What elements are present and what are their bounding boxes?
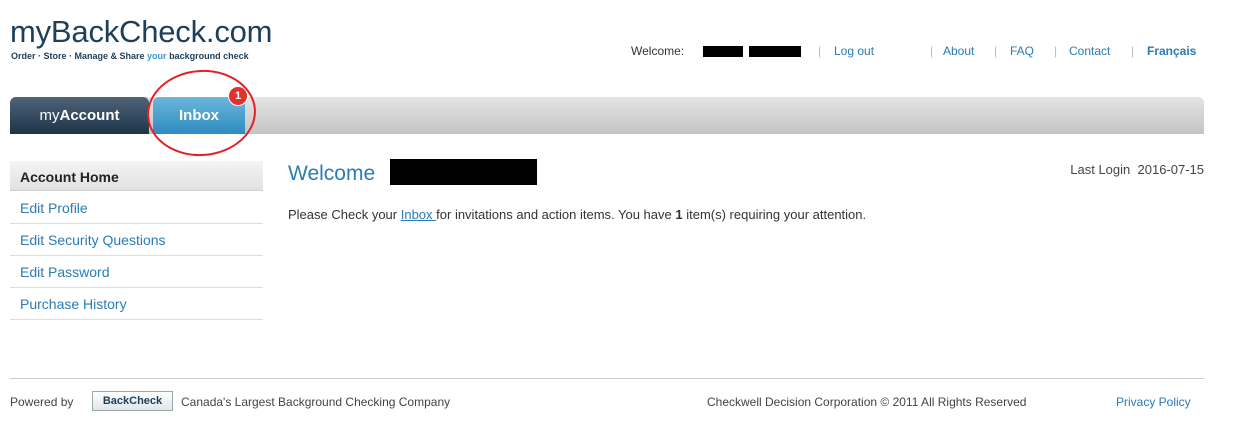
footer-divider <box>10 378 1204 379</box>
tab-myaccount-label: Account <box>59 107 120 124</box>
msg-count: 1 <box>675 207 683 222</box>
nav-divider: | <box>818 44 822 58</box>
redacted-last-name <box>749 46 801 57</box>
nav-divider: | <box>1131 44 1135 58</box>
sidebar-item-purchase-history[interactable]: Purchase History <box>10 289 263 320</box>
sidebar-item-edit-security-questions[interactable]: Edit Security Questions <box>10 225 263 256</box>
sidebar-header-account-home[interactable]: Account Home <box>10 161 263 191</box>
site-logo[interactable]: myBackCheck.com <box>10 16 272 47</box>
last-login-date: 2016-07-15 <box>1137 162 1205 177</box>
redacted-first-name <box>703 46 743 57</box>
logo-tagline: Order · Store · Manage & Share your back… <box>11 51 249 61</box>
copyright-text: Checkwell Decision Corporation © 2011 Al… <box>707 395 1027 409</box>
tab-myaccount-prefix: my <box>39 107 60 124</box>
logout-link[interactable]: Log out <box>834 44 874 58</box>
tagline-highlight: your <box>147 51 167 61</box>
sidebar-item-edit-profile[interactable]: Edit Profile <box>10 193 263 224</box>
nav-divider: | <box>930 44 934 58</box>
privacy-policy-link[interactable]: Privacy Policy <box>1116 395 1191 409</box>
sidebar-item-edit-password[interactable]: Edit Password <box>10 257 263 288</box>
inbox-message: Please Check your Inbox for invitations … <box>288 207 866 222</box>
contact-link[interactable]: Contact <box>1069 44 1110 58</box>
backcheck-logo[interactable]: BackCheck <box>92 391 173 411</box>
welcome-label: Welcome: <box>631 44 685 58</box>
company-description: Canada's Largest Background Checking Com… <box>181 395 451 409</box>
tab-inbox-label: Inbox <box>179 107 219 124</box>
tagline-pre: Order · Store · Manage & Share <box>11 51 148 61</box>
msg-mid: for invitations and action items. You ha… <box>436 207 676 222</box>
inbox-count-badge: 1 <box>229 87 247 105</box>
last-login: Last Login 2016-07-15 <box>1070 162 1204 177</box>
tagline-post: background check <box>166 51 249 61</box>
language-link[interactable]: Français <box>1147 44 1196 58</box>
welcome-heading: Welcome <box>288 162 376 185</box>
last-login-label: Last Login <box>1070 162 1131 177</box>
msg-pre: Please Check your <box>288 207 401 222</box>
nav-divider: | <box>1054 44 1058 58</box>
inbox-link[interactable]: Inbox <box>401 207 436 222</box>
nav-divider: | <box>994 44 998 58</box>
faq-link[interactable]: FAQ <box>1010 44 1034 58</box>
about-link[interactable]: About <box>943 44 974 58</box>
tab-myaccount[interactable]: my Account <box>10 97 149 134</box>
redacted-user-name <box>390 159 537 185</box>
msg-post: item(s) requiring your attention. <box>682 207 867 222</box>
powered-by-label: Powered by <box>10 395 74 409</box>
